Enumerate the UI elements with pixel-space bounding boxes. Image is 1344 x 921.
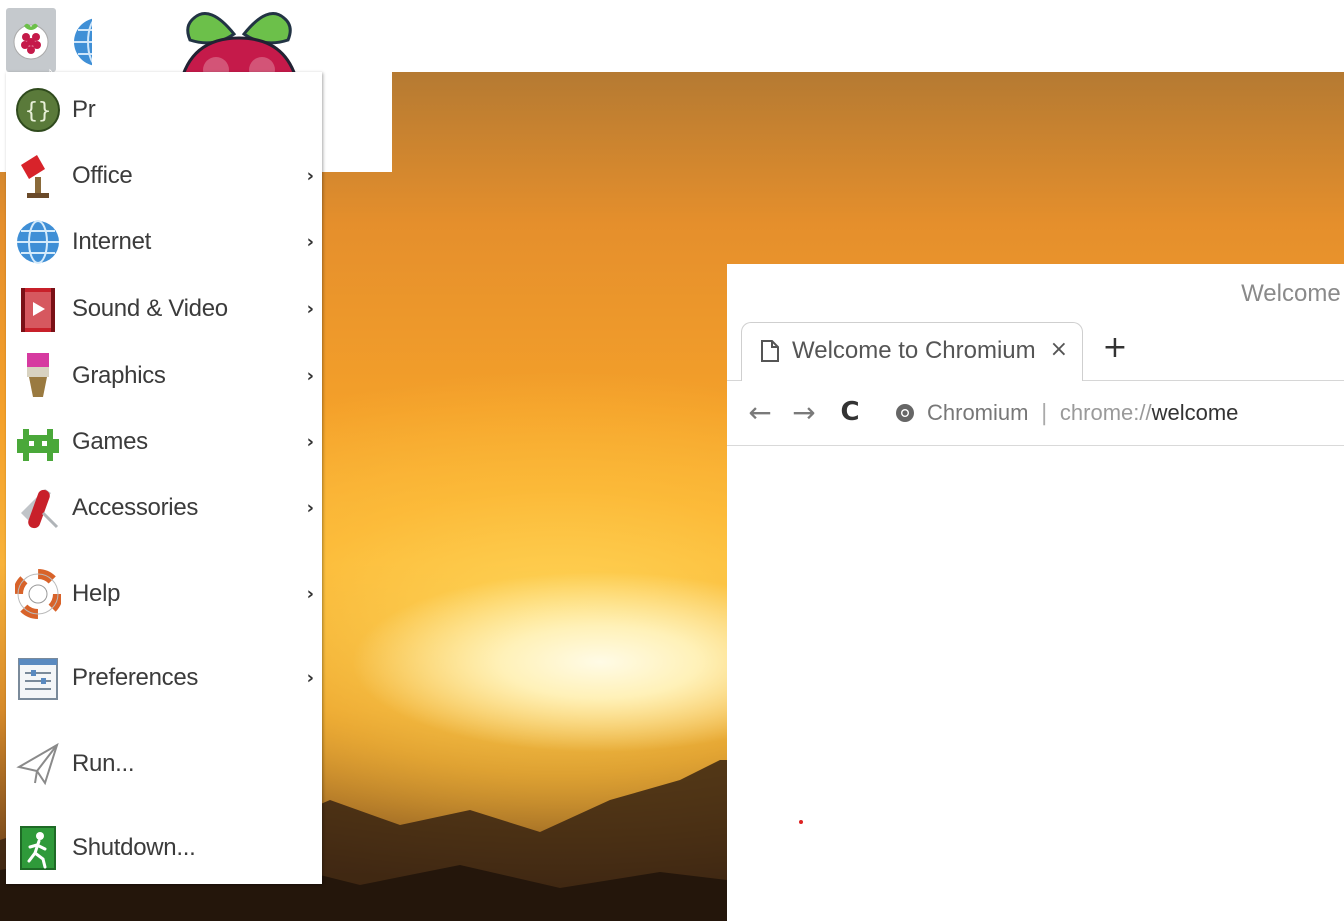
globe-icon	[74, 18, 92, 66]
submenu-arrow-icon: ›	[306, 231, 314, 253]
paper-plane-icon	[16, 742, 59, 786]
programming-icon: {}	[16, 88, 60, 132]
sound-video-icon	[21, 288, 55, 332]
menu-item-internet[interactable]: Internet ›	[6, 212, 322, 272]
submenu-arrow-icon: ›	[306, 497, 314, 519]
menu-item-label: Games	[72, 428, 148, 455]
browser-toolbar: ← → C Chromium | chrome:// welcome	[727, 381, 1344, 446]
menu-item-label: Internet	[72, 228, 151, 255]
menu-item-sound-video[interactable]: Sound & Video ›	[6, 279, 322, 339]
submenu-arrow-icon: ›	[306, 431, 314, 453]
browser-launcher-button[interactable]	[70, 14, 92, 70]
menu-item-label: Shutdown...	[72, 834, 196, 861]
submenu-arrow-icon: ›	[306, 667, 314, 689]
page-content[interactable]	[727, 446, 1344, 921]
window-title: Welcome t	[1241, 280, 1344, 307]
preferences-icon	[18, 658, 58, 700]
menu-item-label: Accessories	[72, 494, 199, 521]
menu-item-preferences[interactable]: Preferences ›	[6, 648, 322, 708]
back-button[interactable]: ←	[745, 395, 775, 429]
menu-item-run[interactable]: Run...	[6, 734, 322, 794]
submenu-arrow-icon: ›	[306, 365, 314, 387]
submenu-arrow-icon: ›	[306, 165, 314, 187]
page-icon	[761, 340, 779, 362]
exit-icon	[20, 826, 56, 870]
chromium-icon	[896, 404, 914, 422]
menu-item-label: Graphics	[72, 362, 166, 389]
url-scheme: chrome://	[1059, 400, 1152, 425]
paintbrush-icon	[27, 353, 49, 397]
tab-strip: Welcome to Chromium × +	[727, 318, 1344, 381]
forward-button[interactable]: →	[789, 395, 819, 429]
application-menu: {} Pr Office › Internet › Sound & Video …	[6, 72, 322, 884]
browser-tab[interactable]: Welcome to Chromium ×	[741, 322, 1083, 381]
browser-window: Welcome t Welcome to Chromium × + ← → C …	[727, 264, 1344, 921]
menu-item-office[interactable]: Office ›	[6, 146, 322, 206]
menu-item-accessories[interactable]: Accessories ›	[6, 478, 322, 538]
omnibox-separator: |	[1040, 400, 1048, 426]
close-tab-icon[interactable]: ×	[1050, 337, 1068, 362]
submenu-arrow-icon: ›	[306, 298, 314, 320]
address-bar[interactable]: Chromium | chrome:// welcome	[895, 395, 1335, 431]
submenu-arrow-icon: ›	[306, 583, 314, 605]
menu-item-shutdown[interactable]: Shutdown...	[6, 818, 322, 878]
menu-item-label: Preferences	[72, 664, 199, 691]
globe-icon	[17, 220, 59, 264]
menu-item-label: Office	[72, 162, 133, 189]
pocket-knife-icon	[21, 489, 59, 529]
svg-text:{}: {}	[25, 99, 52, 124]
window-title-bar[interactable]: Welcome t	[727, 264, 1344, 323]
site-name: Chromium	[927, 400, 1029, 425]
menu-item-label: Help	[72, 580, 121, 607]
menu-item-games[interactable]: Games ›	[6, 412, 322, 472]
menu-item-help[interactable]: Help ›	[6, 564, 322, 624]
menu-item-graphics[interactable]: Graphics ›	[6, 346, 322, 406]
raspberry-pi-icon	[13, 23, 49, 60]
menu-button[interactable]	[6, 8, 56, 72]
menu-item-label: Pr	[72, 96, 96, 123]
space-invader-icon	[17, 429, 59, 461]
menu-item-label: Run...	[72, 750, 135, 777]
new-tab-button[interactable]: +	[1101, 330, 1129, 365]
loading-indicator	[799, 820, 803, 824]
menu-item-programming[interactable]: {} Pr	[6, 80, 322, 140]
menu-item-label: Sound & Video	[72, 295, 228, 322]
lifebuoy-icon	[15, 569, 61, 619]
office-icon	[21, 155, 49, 198]
tab-title: Welcome to Chromium	[792, 337, 1036, 364]
url-host: welcome	[1151, 400, 1239, 425]
reload-button[interactable]: C	[835, 395, 865, 429]
